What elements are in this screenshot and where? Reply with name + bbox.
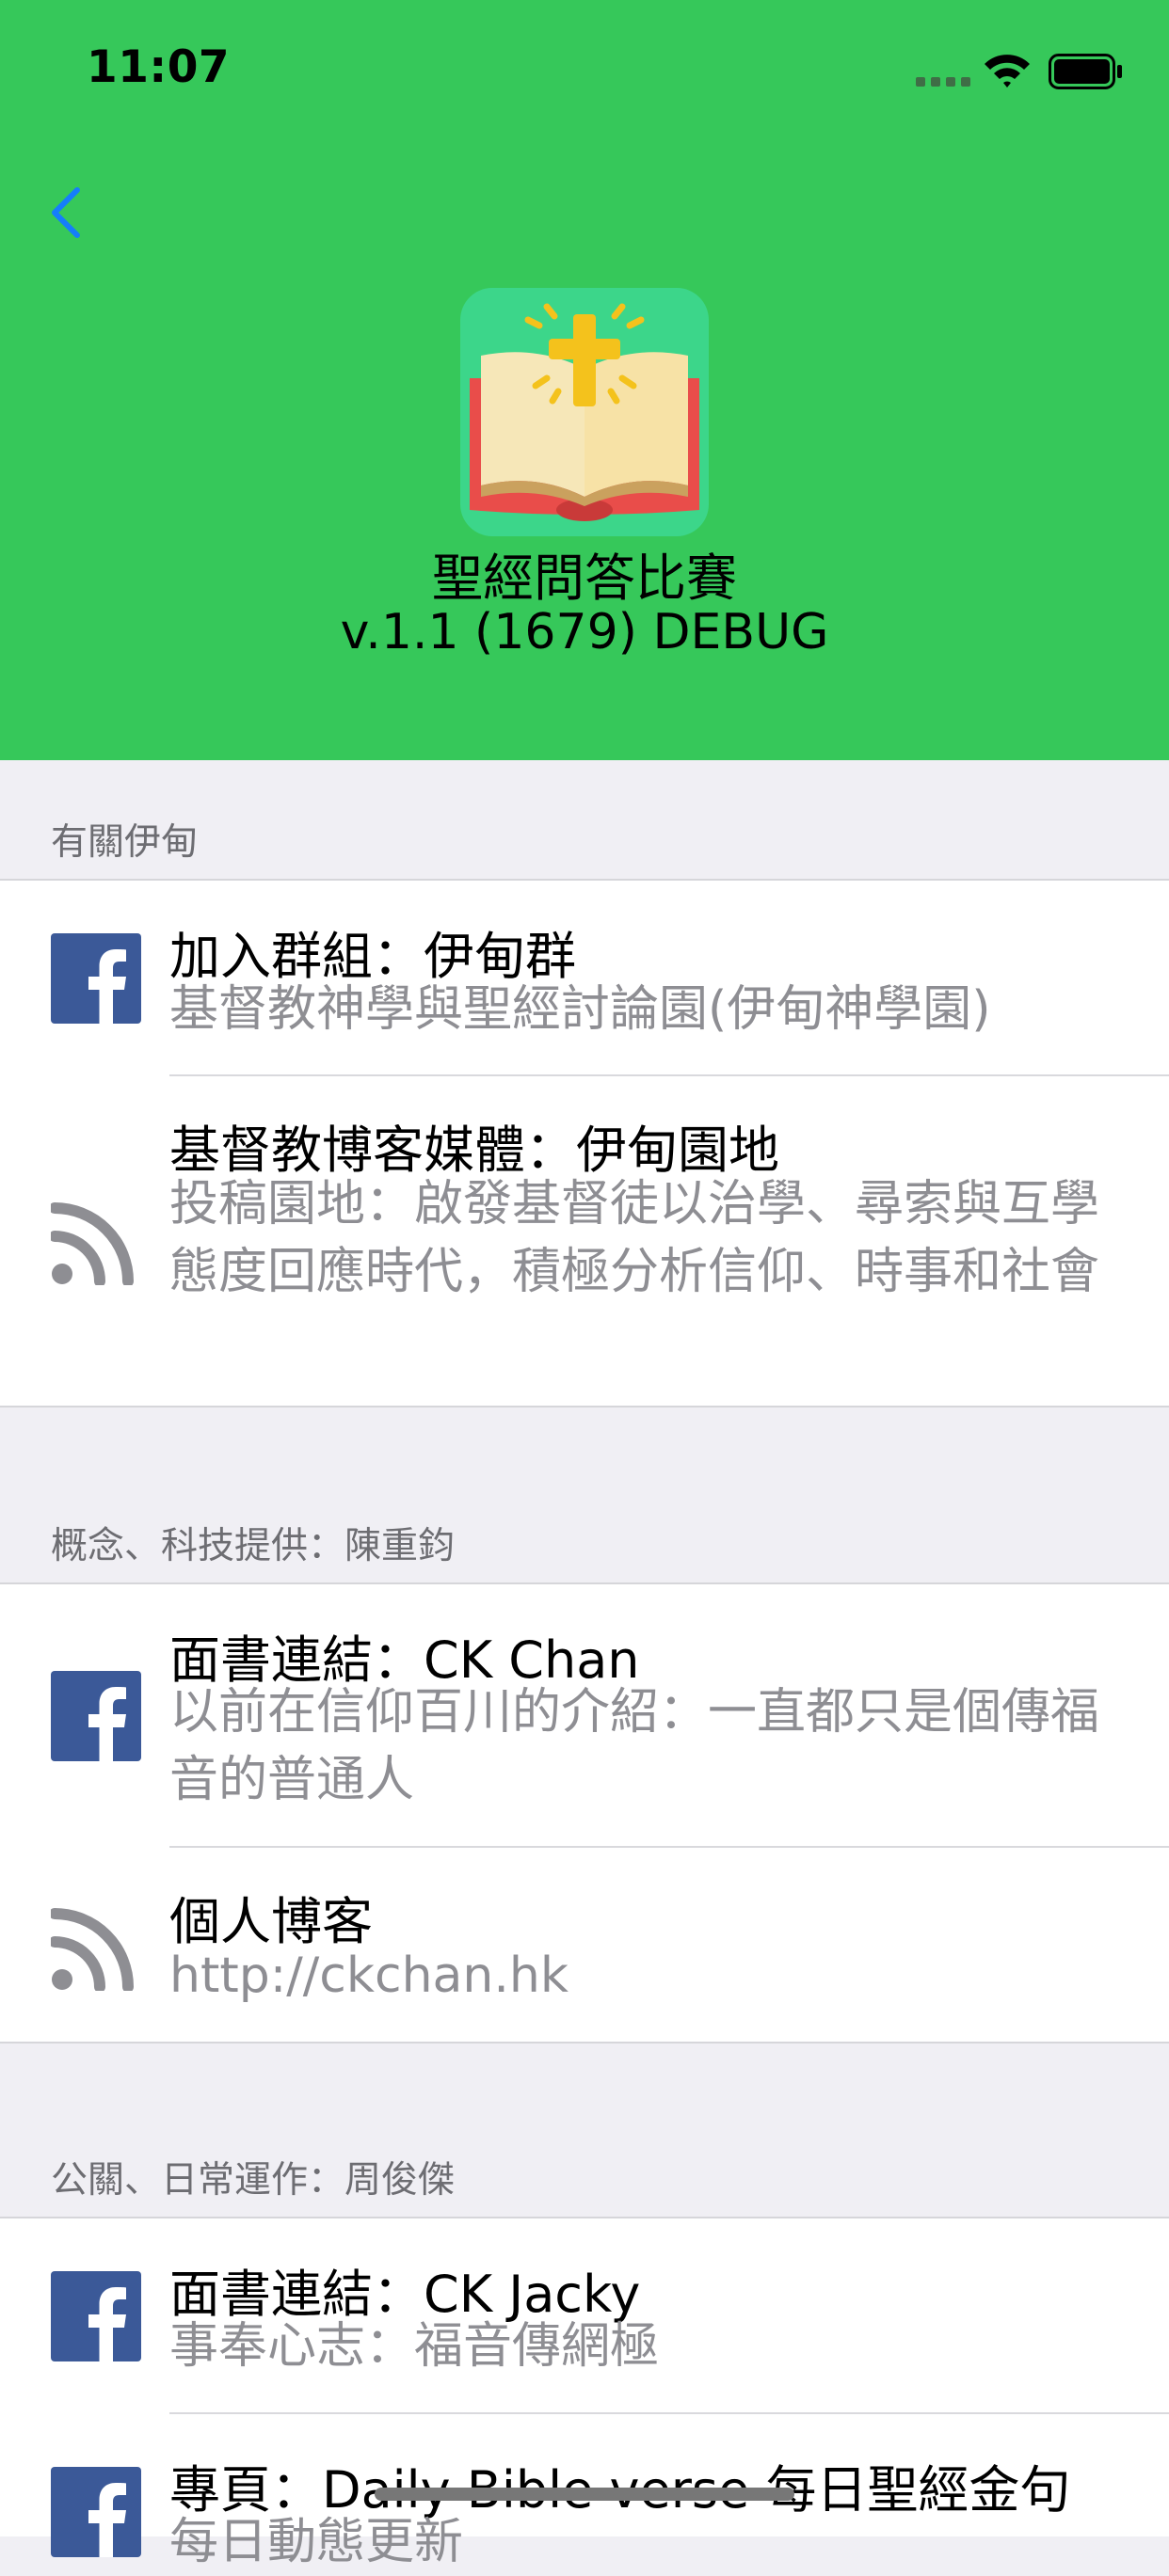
cellular-signal-icon [916, 77, 970, 87]
rss-icon [51, 1202, 134, 1285]
facebook-icon [51, 933, 141, 1024]
bible-app-icon [460, 288, 709, 536]
list-item-personal-blog[interactable]: 個人博客 http://ckchan.hk [0, 1848, 1169, 2042]
row-subtitle: 每日動態更新 [169, 2514, 464, 2570]
rss-icon [51, 1908, 134, 1991]
row-subtitle: 投稿園地：啟發基督徒以治學、尋索與互學態度回應時代，積極分析信仰、時事和社會 [169, 1176, 1100, 1300]
section-concept-group: 面書連結：CK Chan 以前在信仰百川的介紹：一直都只是個傳福音的普通人 個人… [0, 1582, 1169, 2043]
list-item-ck-jacky-facebook[interactable]: 面書連結：CK Jacky 事奉心志：福音傳網極 [0, 2218, 1169, 2410]
row-subtitle: http://ckchan.hk [169, 1948, 568, 2004]
list-item-ck-chan-facebook[interactable]: 面書連結：CK Chan 以前在信仰百川的介紹：一直都只是個傳福音的普通人 [0, 1584, 1169, 1846]
row-subtitle: 基督教神學與聖經討論園(伊甸神學園) [169, 981, 991, 1038]
app-version: v.1.1 (1679) DEBUG [340, 604, 829, 660]
section-header-eden: 有關伊甸 [51, 821, 199, 864]
facebook-icon [51, 1671, 141, 1761]
section-header-concept: 概念、科技提供：陳重鈞 [51, 1525, 456, 1567]
list-item-daily-bible-verse[interactable]: 專頁：Daily Bible verse 每日聖經金句 每日動態更新 [0, 2414, 1169, 2570]
app-name: 聖經問答比賽 [432, 549, 737, 608]
list-item-eden-blog[interactable]: 基督教博客媒體：伊甸園地 投稿園地：啟發基督徒以治學、尋索與互學態度回應時代，積… [0, 1076, 1169, 1406]
list-item-eden-group[interactable]: 加入群組：伊甸群 基督教神學與聖經討論園(伊甸神學園) [0, 881, 1169, 1073]
wifi-icon [985, 55, 1030, 87]
battery-icon [1049, 54, 1122, 89]
section-eden-group: 加入群組：伊甸群 基督教神學與聖經討論園(伊甸神學園) 基督教博客媒體：伊甸園地… [0, 879, 1169, 1407]
back-chevron-icon[interactable] [47, 184, 88, 241]
row-subtitle: 以前在信仰百川的介紹：一直都只是個傳福音的普通人 [169, 1684, 1100, 1808]
home-indicator[interactable] [375, 2488, 794, 2501]
status-time: 11:07 [87, 41, 231, 93]
section-header-pr: 公關、日常運作：周俊傑 [51, 2159, 456, 2202]
facebook-icon [51, 2467, 141, 2557]
header: 11:07 聖經問答比賽 v.1.1 (1679) DEBUG [0, 0, 1169, 760]
facebook-icon [51, 2271, 141, 2361]
row-subtitle: 事奉心志：福音傳網極 [169, 2318, 660, 2375]
